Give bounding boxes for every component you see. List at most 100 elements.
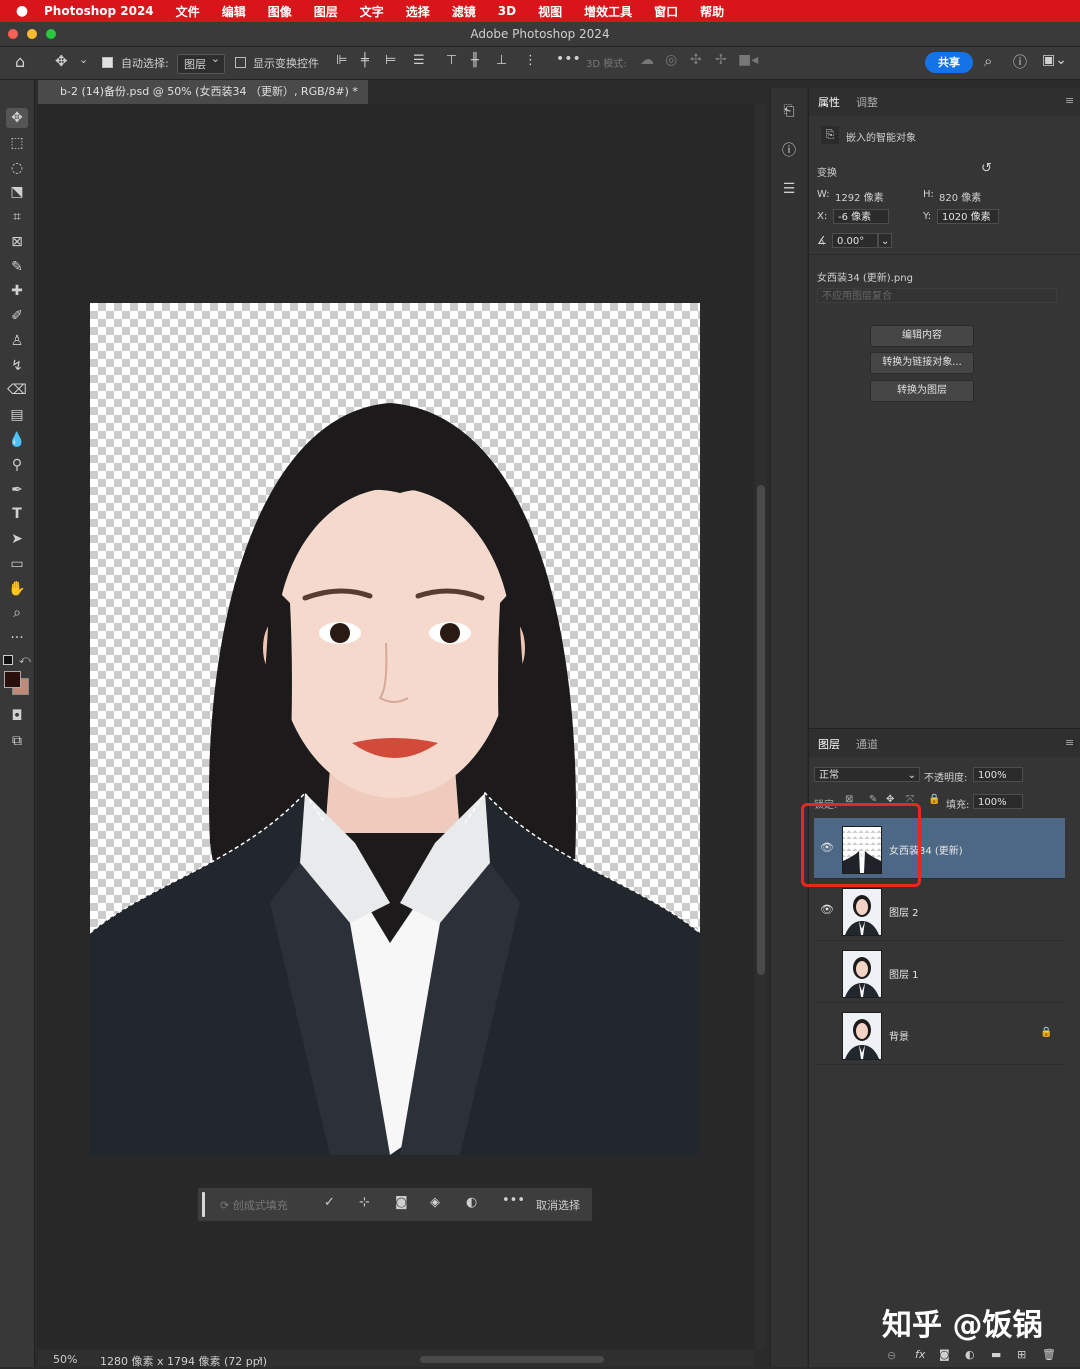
- width-value[interactable]: 1292 像素: [835, 189, 884, 204]
- lock-all-icon[interactable]: 🔒: [928, 794, 940, 805]
- gradient-tool-icon[interactable]: ▤: [6, 405, 28, 425]
- link-layers-icon[interactable]: ⊖: [887, 1349, 896, 1362]
- chevron-right-icon[interactable]: ›: [258, 1352, 262, 1365]
- new-group-icon[interactable]: ▬: [991, 1348, 1001, 1361]
- drag-handle[interactable]: [202, 1192, 205, 1217]
- distribute-icon[interactable]: ☰: [413, 53, 425, 68]
- layer-row-layer-1[interactable]: 图层 1: [814, 942, 1065, 1003]
- align-center-icon[interactable]: ╪: [361, 53, 369, 68]
- object-select-tool-icon[interactable]: ⬔: [6, 182, 28, 202]
- layer-row-layer-2[interactable]: 👁 图层 2: [814, 880, 1065, 941]
- visibility-eye-icon[interactable]: 👁: [820, 903, 834, 916]
- x-input[interactable]: -6 像素: [833, 209, 889, 224]
- marquee-tool-icon[interactable]: ⬚: [6, 133, 28, 153]
- modify-selection-icon[interactable]: ✓: [324, 1195, 335, 1210]
- comments-panel-icon[interactable]: ☰: [776, 176, 802, 202]
- swap-colors-icon[interactable]: ⤺: [19, 653, 31, 667]
- menu-help[interactable]: 帮助: [700, 3, 724, 20]
- 3d-scale-icon[interactable]: ■◂: [738, 52, 758, 68]
- show-transform-checkbox[interactable]: [235, 55, 250, 68]
- brush-tool-icon[interactable]: ✐: [6, 306, 28, 326]
- menu-layer[interactable]: 图层: [314, 3, 338, 20]
- dodge-tool-icon[interactable]: ⚲: [6, 455, 28, 475]
- height-value[interactable]: 820 像素: [939, 189, 981, 204]
- workspace-icon[interactable]: ▣⌄: [1042, 52, 1067, 68]
- clone-stamp-tool-icon[interactable]: ♙: [6, 331, 28, 351]
- 3d-orbit-icon[interactable]: ☁: [640, 52, 654, 68]
- transform-selection-icon[interactable]: ⊹: [359, 1195, 370, 1210]
- help-icon[interactable]: ⓘ: [1013, 52, 1027, 72]
- create-mask-icon[interactable]: ◙: [395, 1195, 408, 1210]
- add-mask-icon[interactable]: ◙: [939, 1348, 950, 1361]
- menu-view[interactable]: 视图: [538, 3, 562, 20]
- menu-file[interactable]: 文件: [176, 3, 200, 20]
- auto-select-checkbox[interactable]: [102, 55, 117, 68]
- lasso-tool-icon[interactable]: ◌: [6, 158, 28, 178]
- menu-edit[interactable]: 编辑: [222, 3, 246, 20]
- history-panel-icon[interactable]: ⎗: [776, 98, 802, 124]
- frame-tool-icon[interactable]: ⊠: [6, 232, 28, 252]
- horizontal-scrollbar[interactable]: [420, 1356, 604, 1363]
- healing-brush-tool-icon[interactable]: ✚: [6, 281, 28, 301]
- align-bottom-icon[interactable]: ⊥: [496, 53, 507, 68]
- menu-image[interactable]: 图像: [268, 3, 292, 20]
- 3d-slide-icon[interactable]: ✢: [715, 52, 727, 68]
- search-icon[interactable]: ⌕: [984, 52, 992, 70]
- quick-mask-icon[interactable]: ◘: [6, 706, 28, 726]
- opacity-input[interactable]: 100%: [973, 767, 1023, 782]
- tab-channels[interactable]: 通道: [856, 736, 878, 752]
- fx-icon[interactable]: fx: [915, 1348, 925, 1361]
- menu-3d[interactable]: 3D: [498, 4, 516, 18]
- tab-properties[interactable]: 属性: [818, 94, 840, 110]
- adjustment-layer-icon[interactable]: ◐: [965, 1348, 975, 1361]
- vertical-scrollbar-thumb[interactable]: [757, 485, 765, 975]
- align-middle-icon[interactable]: ╫: [471, 53, 479, 68]
- zoom-level[interactable]: 50%: [53, 1353, 77, 1366]
- edit-toolbar-icon[interactable]: ···: [6, 628, 28, 648]
- 3d-roll-icon[interactable]: ◎: [665, 52, 677, 68]
- menu-plugins[interactable]: 增效工具: [584, 3, 632, 20]
- layer-name[interactable]: 背景: [889, 1028, 909, 1043]
- layer-name[interactable]: 图层 2: [889, 904, 919, 919]
- tab-layers[interactable]: 图层: [818, 736, 840, 752]
- layer-name[interactable]: 图层 1: [889, 966, 919, 981]
- pen-tool-icon[interactable]: ✒: [6, 480, 28, 500]
- hand-tool-icon[interactable]: ✋: [6, 579, 28, 599]
- convert-to-layers-button[interactable]: 转换为图层: [870, 380, 974, 402]
- default-colors-icon[interactable]: [3, 655, 13, 665]
- edit-contents-button[interactable]: 编辑内容: [870, 325, 974, 347]
- generative-fill-button[interactable]: ⟳ 创成式填充: [220, 1197, 288, 1213]
- more-options-icon[interactable]: •••: [556, 51, 581, 67]
- adjustment-layer-icon[interactable]: ◐: [466, 1195, 477, 1210]
- more-options-icon[interactable]: •••: [502, 1193, 525, 1208]
- zoom-tool-icon[interactable]: ⌕: [6, 603, 28, 623]
- auto-select-dropdown[interactable]: 图层: [177, 52, 225, 74]
- angle-dropdown-icon[interactable]: ⌄: [878, 233, 892, 248]
- new-layer-icon[interactable]: ⊞: [1017, 1348, 1026, 1361]
- blur-tool-icon[interactable]: 💧: [6, 430, 28, 450]
- reset-transform-icon[interactable]: ↺: [981, 161, 992, 176]
- crop-tool-icon[interactable]: ⌗: [6, 207, 28, 227]
- menu-window[interactable]: 窗口: [654, 3, 678, 20]
- history-brush-tool-icon[interactable]: ↯: [6, 356, 28, 376]
- tool-preset-chevron-icon[interactable]: ⌄: [79, 53, 88, 66]
- 3d-pan-icon[interactable]: ✣: [690, 52, 702, 68]
- convert-to-linked-button[interactable]: 转换为链接对象...: [870, 352, 974, 374]
- delete-layer-icon[interactable]: 🗑: [1042, 1348, 1056, 1361]
- menu-filter[interactable]: 滤镜: [452, 3, 476, 20]
- panel-menu-icon[interactable]: ≡: [1065, 94, 1074, 107]
- move-tool-icon[interactable]: ✥: [55, 52, 68, 70]
- document-canvas[interactable]: [90, 303, 700, 1155]
- info-panel-icon[interactable]: ⓘ: [776, 138, 802, 164]
- menu-app-name[interactable]: Photoshop 2024: [44, 4, 154, 18]
- apple-icon[interactable]: ●: [0, 3, 44, 19]
- align-left-icon[interactable]: ⊫: [336, 53, 347, 68]
- menu-type[interactable]: 文字: [360, 3, 384, 20]
- menu-select[interactable]: 选择: [406, 3, 430, 20]
- align-top-icon[interactable]: ⊤: [446, 53, 457, 68]
- move-tool-icon[interactable]: ✥: [6, 108, 28, 128]
- distribute-vertical-icon[interactable]: ⋮: [524, 53, 537, 68]
- align-right-icon[interactable]: ⊨: [385, 53, 396, 68]
- layer-comp-select[interactable]: 不应用图层复合: [817, 288, 1057, 303]
- layers-menu-icon[interactable]: ≡: [1065, 736, 1074, 749]
